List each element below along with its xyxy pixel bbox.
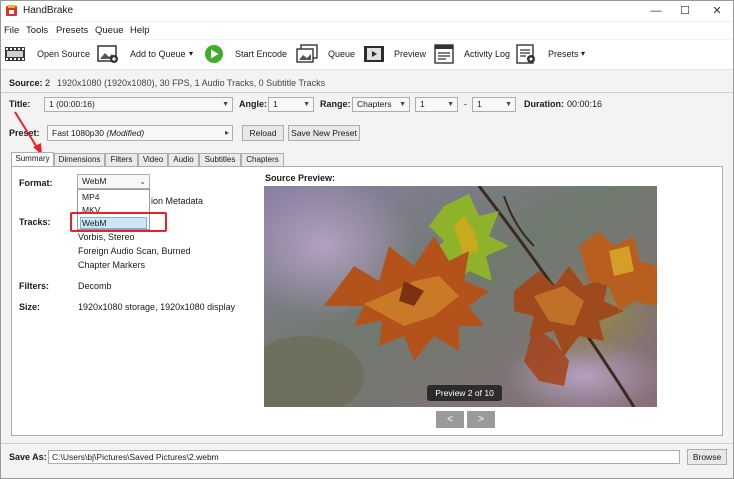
- track-item: Chapter Markers: [78, 260, 146, 270]
- preview-label: Preview: [394, 49, 427, 59]
- range-type-select[interactable]: Chapters ▼: [352, 97, 410, 112]
- preset-selector[interactable]: Fast 1080p30 (Modified) ▸: [47, 125, 233, 141]
- range-label: Range:: [320, 99, 351, 109]
- tab-video[interactable]: Video: [138, 153, 168, 166]
- tracks-label: Tracks:: [19, 217, 51, 227]
- angle-label: Angle:: [239, 99, 267, 109]
- menu-presets[interactable]: Presets: [56, 25, 88, 36]
- caret-down-icon[interactable]: ▾: [581, 49, 585, 58]
- preset-modified: (Modified): [106, 128, 145, 138]
- title-bar: HandBrake — ☐ ✕: [1, 1, 733, 21]
- close-button[interactable]: ✕: [703, 3, 731, 19]
- add-image-icon: [97, 45, 118, 63]
- preset-name: Fast 1080p30: [52, 128, 104, 138]
- preview-counter-badge: Preview 2 of 10: [427, 385, 502, 401]
- play-icon: [205, 45, 223, 63]
- window-title: HandBrake: [23, 5, 74, 16]
- queue-label: Queue: [328, 49, 356, 59]
- duration-value: 00:00:16: [567, 99, 603, 109]
- format-select-value: WebM: [82, 176, 107, 186]
- range-end-select[interactable]: 1 ▼: [472, 97, 516, 112]
- handbrake-window: HandBrake — ☐ ✕ File Tools Presets Queue…: [0, 0, 734, 479]
- chevron-down-icon: ▼: [303, 101, 310, 108]
- menu-help[interactable]: Help: [130, 25, 150, 36]
- track-item: Vorbis, Stereo: [78, 232, 135, 242]
- duration-label: Duration:: [524, 99, 564, 109]
- format-select[interactable]: WebM ⌄: [77, 174, 150, 189]
- browse-button[interactable]: Browse: [687, 449, 727, 465]
- chevron-down-icon: ▼: [222, 101, 229, 108]
- title-label: Title:: [9, 99, 31, 109]
- handbrake-logo: [6, 5, 17, 16]
- angle-select-value: 1: [273, 99, 278, 109]
- toolbar: Open Source Add to Queue ▾ Start Encode: [1, 40, 733, 70]
- title-select[interactable]: 1 (00:00:16) ▼: [44, 97, 233, 112]
- filters-value: Decomb: [78, 281, 112, 291]
- size-label: Size:: [19, 302, 41, 312]
- minimize-button[interactable]: —: [642, 3, 670, 19]
- tab-chapters[interactable]: Chapters: [241, 153, 284, 166]
- menu-bar: File Tools Presets Queue Help: [1, 22, 733, 39]
- tab-subtitles[interactable]: Subtitles: [199, 153, 241, 166]
- format-label: Format:: [19, 178, 53, 188]
- images-icon: [296, 44, 318, 63]
- chevron-right-icon: ▸: [224, 128, 229, 137]
- divider: [1, 92, 733, 93]
- tab-summary[interactable]: Summary: [11, 152, 54, 166]
- tab-audio[interactable]: Audio: [168, 153, 199, 166]
- title-select-value: 1 (00:00:16): [49, 99, 95, 109]
- chevron-down-icon: ▼: [505, 101, 512, 108]
- chevron-down-icon: ▼: [447, 101, 454, 108]
- start-encode-label: Start Encode: [235, 49, 288, 59]
- filters-label: Filters:: [19, 281, 50, 291]
- annotation-highlight-box: [70, 212, 167, 232]
- size-value: 1920x1080 storage, 1920x1080 display: [78, 302, 236, 312]
- activity-log-icon: [434, 44, 454, 64]
- reload-button[interactable]: Reload: [242, 125, 284, 141]
- source-preview-label: Source Preview:: [265, 173, 336, 183]
- format-option-mp4[interactable]: MP4: [82, 192, 99, 202]
- range-dash: -: [464, 99, 467, 109]
- source-number: 2: [45, 78, 51, 88]
- save-as-label: Save As:: [9, 452, 47, 462]
- preview-next-button[interactable]: >: [467, 411, 495, 428]
- divider: [1, 443, 733, 444]
- preview-prev-button[interactable]: <: [436, 411, 464, 428]
- range-start-select[interactable]: 1 ▼: [415, 97, 458, 112]
- open-source-label: Open Source: [37, 49, 91, 59]
- presets-icon: [516, 44, 535, 64]
- annotation-arrow: [14, 111, 42, 155]
- save-as-path-input[interactable]: C:\Users\bj\Pictures\Saved Pictures\2.we…: [48, 450, 680, 464]
- caret-down-icon[interactable]: ▾: [189, 49, 193, 58]
- add-to-queue-label: Add to Queue: [130, 49, 186, 59]
- activity-log-label: Activity Log: [464, 49, 511, 59]
- track-item: Foreign Audio Scan, Burned: [78, 246, 191, 256]
- tab-filters[interactable]: Filters: [105, 153, 138, 166]
- maximize-button[interactable]: ☐: [671, 3, 699, 19]
- angle-select[interactable]: 1 ▼: [268, 97, 314, 112]
- film-icon: [5, 47, 25, 61]
- chevron-down-icon: ⌄: [139, 177, 146, 186]
- preview-image: [264, 186, 657, 407]
- presets-label: Presets: [548, 49, 579, 59]
- range-start-value: 1: [420, 99, 425, 109]
- chevron-down-icon: ▼: [399, 101, 406, 108]
- menu-file[interactable]: File: [4, 25, 19, 36]
- menu-queue[interactable]: Queue: [95, 25, 124, 36]
- menu-tools[interactable]: Tools: [26, 25, 48, 36]
- tab-dimensions[interactable]: Dimensions: [54, 153, 105, 166]
- source-info: 1920x1080 (1920x1080), 30 FPS, 1 Audio T…: [57, 78, 326, 88]
- save-new-preset-button[interactable]: Save New Preset: [288, 125, 360, 141]
- metadata-option-text: ion Metadata: [151, 196, 204, 206]
- source-label: Source:: [9, 78, 43, 88]
- range-end-value: 1: [477, 99, 482, 109]
- range-type-value: Chapters: [357, 99, 392, 109]
- film-strip-icon: [364, 46, 384, 62]
